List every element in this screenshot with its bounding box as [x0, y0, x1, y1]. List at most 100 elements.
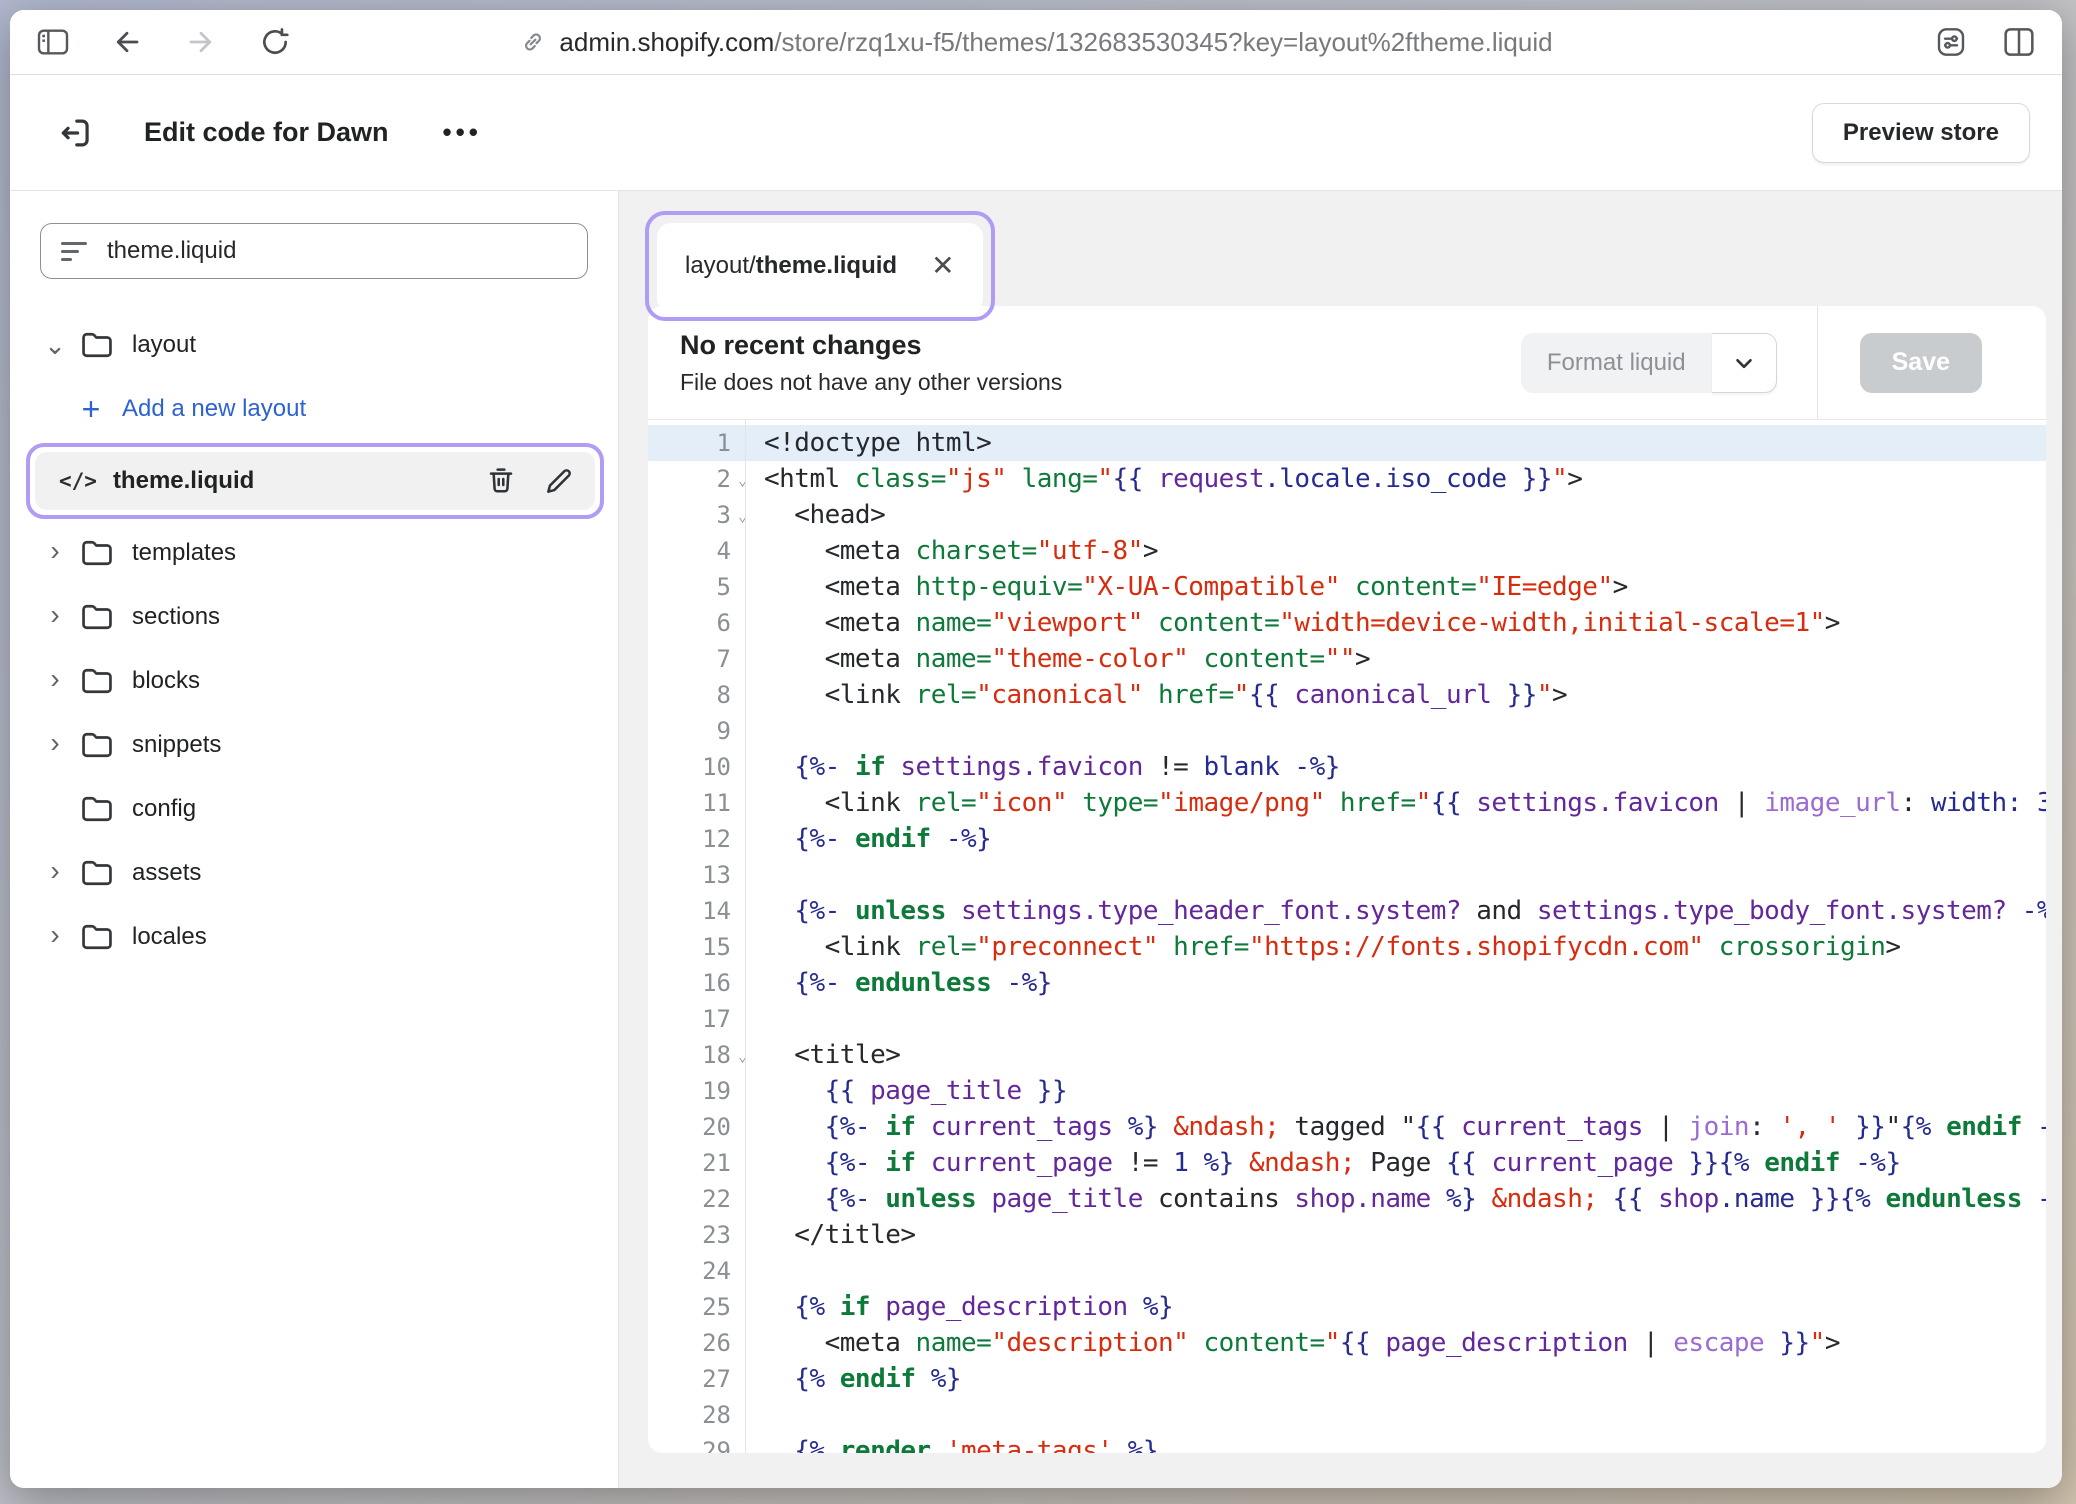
code-icon: </> [59, 469, 97, 493]
page-settings-icon[interactable] [1934, 25, 1968, 59]
editor-card-header: No recent changes File does not have any… [648, 306, 2046, 420]
sidebar-item-theme-liquid[interactable]: </> theme.liquid [35, 452, 595, 510]
sidebar-item-layout[interactable]: ⌄ layout [36, 313, 592, 377]
sidebar-item-snippets[interactable]: › snippets [36, 713, 592, 777]
code-line[interactable]: {{ page_title }} [746, 1073, 2046, 1109]
code-line[interactable]: </title> [746, 1217, 2046, 1253]
code-line[interactable]: {%- if settings.favicon != blank -%} [746, 749, 2046, 785]
line-number: 4 [648, 533, 745, 569]
fold-chevron-icon[interactable]: ⌄ [738, 507, 746, 525]
url-host: admin.shopify.com [559, 27, 774, 57]
chevron-icon[interactable]: › [40, 535, 70, 571]
pencil-icon[interactable] [543, 465, 575, 497]
code-line[interactable]: <link rel="canonical" href="{{ canonical… [746, 677, 2046, 713]
preview-store-button[interactable]: Preview store [1812, 103, 2030, 163]
code-line[interactable]: {%- if current_page != 1 %} &ndash; Page… [746, 1145, 2046, 1181]
fold-chevron-icon[interactable]: ⌄ [738, 471, 746, 489]
code-line[interactable] [746, 1397, 2046, 1433]
code-line[interactable]: <meta http-equiv="X-UA-Compatible" conte… [746, 569, 2046, 605]
code-line[interactable]: <meta name="viewport" content="width=dev… [746, 605, 2046, 641]
sidebar-item-blocks[interactable]: › blocks [36, 649, 592, 713]
code-line[interactable]: <head> [746, 497, 2046, 533]
line-number: 15 [648, 929, 745, 965]
more-actions-button[interactable]: ••• [443, 117, 482, 148]
folder-icon [80, 730, 116, 760]
line-number: 26 [648, 1325, 745, 1361]
code-line[interactable]: <title> [746, 1037, 2046, 1073]
code-line[interactable]: <link rel="icon" type="image/png" href="… [746, 785, 2046, 821]
tab-strip: layout/theme.liquid ✕ [619, 191, 2062, 306]
address-bar[interactable]: admin.shopify.com/store/rzq1xu-f5/themes… [519, 27, 1552, 58]
sidebar-item-templates[interactable]: › templates [36, 521, 592, 585]
line-number: 21 [648, 1145, 745, 1181]
exit-icon[interactable] [54, 111, 98, 155]
line-number: 25 [648, 1289, 745, 1325]
code-line[interactable]: {%- if current_tags %} &ndash; tagged "{… [746, 1109, 2046, 1145]
chevron-icon[interactable]: › [40, 599, 70, 635]
code-line[interactable]: <meta charset="utf-8"> [746, 533, 2046, 569]
fold-chevron-icon[interactable]: ⌄ [738, 1047, 746, 1065]
forward-icon[interactable] [184, 25, 218, 59]
code-line[interactable] [746, 857, 2046, 893]
code-line[interactable] [746, 1253, 2046, 1289]
folder-icon [80, 794, 116, 824]
sidebar-item-locales[interactable]: › locales [36, 905, 592, 969]
folder-icon [80, 666, 116, 696]
sidebar-item-add-layout[interactable]: + Add a new layout [36, 377, 592, 441]
line-number-gutter: 12⌄3⌄456789101112131415161718⌄1920212223… [648, 420, 746, 1453]
folder-icon [80, 330, 116, 360]
chevron-icon[interactable]: › [40, 919, 70, 955]
code-line[interactable]: {% render 'meta-tags' %} [746, 1433, 2046, 1453]
code-line[interactable]: {%- endunless -%} [746, 965, 2046, 1001]
line-number: 27 [648, 1361, 745, 1397]
line-number: 2⌄ [648, 461, 745, 497]
format-liquid-button[interactable]: Format liquid [1521, 333, 1712, 393]
chevron-icon[interactable]: › [40, 855, 70, 891]
line-number: 9 [648, 713, 745, 749]
back-icon[interactable] [110, 25, 144, 59]
line-number: 13 [648, 857, 745, 893]
tab-theme-liquid[interactable]: layout/theme.liquid ✕ [657, 223, 983, 309]
split-view-icon[interactable] [2002, 25, 2036, 59]
search-value: theme.liquid [107, 237, 236, 265]
code-editor[interactable]: 12⌄3⌄456789101112131415161718⌄1920212223… [648, 420, 2046, 1453]
editor-card: No recent changes File does not have any… [648, 306, 2046, 1453]
code-line[interactable]: <!doctype html> [746, 425, 2046, 461]
line-number: 5 [648, 569, 745, 605]
code-line[interactable]: {%- unless settings.type_header_font.sys… [746, 893, 2046, 929]
sidebar-item-assets[interactable]: › assets [36, 841, 592, 905]
trash-icon[interactable] [485, 465, 517, 497]
reload-icon[interactable] [258, 25, 292, 59]
sidebar-item-sections[interactable]: › sections [36, 585, 592, 649]
sidebar-item-config[interactable]: config [36, 777, 592, 841]
code-line[interactable]: {%- endif -%} [746, 821, 2046, 857]
code-line[interactable]: <meta name="theme-color" content=""> [746, 641, 2046, 677]
code-line[interactable] [746, 1001, 2046, 1037]
format-options-dropdown[interactable] [1712, 333, 1777, 393]
code-line[interactable]: <html class="js" lang="{{ request.locale… [746, 461, 2046, 497]
code-pane[interactable]: <!doctype html><html class="js" lang="{{… [746, 420, 2046, 1453]
sidebar-toggle-icon[interactable] [36, 25, 70, 59]
header-divider [1817, 306, 1818, 419]
versions-subtitle: File does not have any other versions [680, 369, 1062, 396]
line-number: 19 [648, 1073, 745, 1109]
code-line[interactable] [746, 713, 2046, 749]
code-line[interactable]: <meta name="description" content="{{ pag… [746, 1325, 2046, 1361]
chevron-icon[interactable]: ⌄ [40, 330, 70, 361]
close-icon[interactable]: ✕ [931, 252, 954, 280]
code-line[interactable]: {%- unless page_title contains shop.name… [746, 1181, 2046, 1217]
code-line[interactable]: <link rel="preconnect" href="https://fon… [746, 929, 2046, 965]
code-line[interactable]: {% endif %} [746, 1361, 2046, 1397]
code-line[interactable]: {% if page_description %} [746, 1289, 2046, 1325]
line-number: 18⌄ [648, 1037, 745, 1073]
line-number: 10 [648, 749, 745, 785]
format-liquid-split-button: Format liquid [1521, 333, 1777, 393]
chevron-icon[interactable]: › [40, 663, 70, 699]
folder-icon [80, 602, 116, 632]
search-input[interactable]: theme.liquid [40, 223, 588, 279]
chevron-icon[interactable]: › [40, 727, 70, 763]
save-button[interactable]: Save [1860, 333, 1982, 393]
file-tree: ⌄ layout + Add a new layout </> theme.li… [10, 313, 618, 969]
folder-icon [80, 858, 116, 888]
link-icon [519, 28, 547, 56]
